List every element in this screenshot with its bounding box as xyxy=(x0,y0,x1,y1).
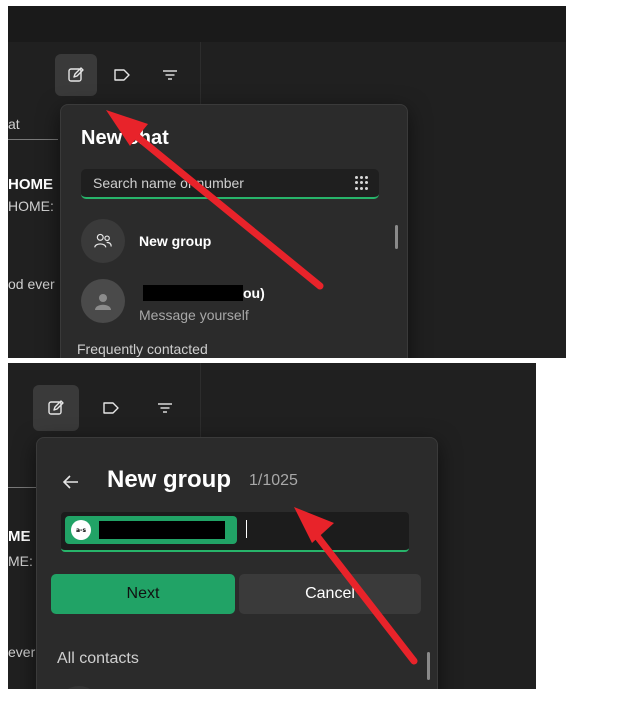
dialpad-icon[interactable] xyxy=(355,176,369,190)
avatar: a-s xyxy=(71,520,91,540)
chat-search-text[interactable]: at xyxy=(8,116,20,132)
text-caret xyxy=(246,520,247,538)
search-contacts-box[interactable] xyxy=(81,169,379,199)
cancel-button[interactable]: Cancel xyxy=(239,574,421,614)
chat-item-preview: ever xyxy=(8,644,36,660)
all-contacts-heading: All contacts xyxy=(57,650,139,667)
chat-search-underline xyxy=(8,139,58,140)
new-chat-flyout: New chat New group xyxy=(60,104,408,358)
label-icon xyxy=(114,69,130,81)
member-counter: 1/1025 xyxy=(249,472,298,489)
screenshot-new-group: ME ME: ever New group 1/1025 a-s Next Ca… xyxy=(8,363,536,689)
frequently-contacted-heading: Frequently contacted xyxy=(77,341,208,357)
new-group-flyout: New group 1/1025 a-s Next Cancel All con… xyxy=(36,437,438,689)
flyout-title: New group xyxy=(107,466,231,493)
chat-item-preview: od ever xyxy=(8,276,55,292)
chat-search-underline xyxy=(8,487,36,488)
message-yourself-item[interactable]: ou) Message yourself xyxy=(61,277,407,325)
back-arrow-icon[interactable] xyxy=(61,472,81,492)
filter-icon xyxy=(158,403,172,413)
selected-member-chip[interactable]: a-s xyxy=(65,516,237,544)
person-icon xyxy=(95,294,111,310)
new-chat-button[interactable] xyxy=(55,54,97,96)
new-group-item[interactable]: New group xyxy=(61,219,407,267)
label-button[interactable] xyxy=(101,54,143,96)
new-chat-button[interactable] xyxy=(33,385,79,431)
scrollbar-thumb[interactable] xyxy=(427,652,430,680)
label-button[interactable] xyxy=(88,385,134,431)
chat-item-preview: HOME: xyxy=(8,198,54,214)
avatar xyxy=(81,279,125,323)
chat-item-preview: ME: xyxy=(8,553,33,569)
contact-name-suffix: ou) xyxy=(243,285,265,301)
avatar xyxy=(81,219,125,263)
new-chat-icon xyxy=(68,67,84,82)
flyout-title: New chat xyxy=(81,127,169,149)
next-button[interactable]: Next xyxy=(51,574,235,614)
search-contacts-input[interactable] xyxy=(93,169,333,197)
title-bar xyxy=(8,6,566,42)
new-chat-icon xyxy=(48,400,64,415)
filter-button[interactable] xyxy=(142,385,188,431)
redacted-name xyxy=(143,285,243,301)
avatar xyxy=(57,686,101,689)
group-add-icon xyxy=(94,233,112,248)
filter-button[interactable] xyxy=(149,54,191,96)
message-yourself-label: Message yourself xyxy=(139,307,249,323)
new-group-label: New group xyxy=(139,233,212,249)
chat-item-name[interactable]: HOME xyxy=(8,176,53,193)
screenshot-new-chat: at HOME HOME: od ever New chat New group xyxy=(8,6,566,358)
scrollbar-thumb[interactable] xyxy=(395,225,398,249)
chat-item-name[interactable]: ME xyxy=(8,528,31,545)
label-icon xyxy=(103,402,119,414)
redacted-name xyxy=(99,521,225,539)
add-members-box[interactable]: a-s xyxy=(61,512,409,552)
filter-icon xyxy=(163,70,177,80)
